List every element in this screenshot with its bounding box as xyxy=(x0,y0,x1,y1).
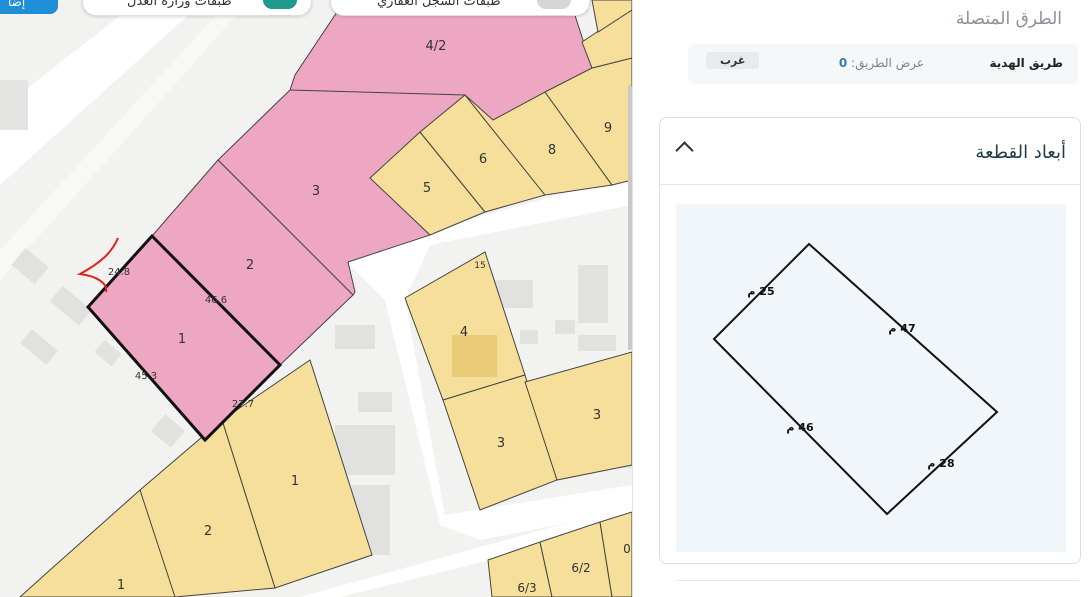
registry-layers-switch[interactable] xyxy=(537,0,571,9)
road-width: عرض الطريق: 0 xyxy=(839,56,924,70)
justice-layers-label: طبقات وزارة العدل xyxy=(127,0,232,9)
edge-label-south-east: 28 م xyxy=(927,457,954,470)
add-button-label: إضا xyxy=(8,0,26,9)
parcel-label: 2 xyxy=(246,258,254,273)
add-button[interactable]: إضا xyxy=(0,0,58,14)
parcel-label: 1 xyxy=(117,578,125,593)
parcel-label: 3 xyxy=(593,408,601,423)
parcel-label: 3 xyxy=(497,436,505,451)
building-footprint xyxy=(49,285,92,326)
building-footprint xyxy=(578,335,616,351)
parcel-label: 8 xyxy=(548,143,556,158)
building-footprint xyxy=(358,392,392,412)
edge-length-label: 46.6 xyxy=(205,295,227,306)
parcel-shape-svg: 25 م 47 م 46 م 28 م xyxy=(712,242,999,516)
road-width-value: 0 xyxy=(838,56,848,70)
edge-length-label: 24.8 xyxy=(108,267,130,278)
edge-length-label: 45.3 xyxy=(135,371,157,382)
road-name: طريق الهدية xyxy=(989,56,1063,70)
parcel-map[interactable]: 4/2 3 2 1 5 6 8 9 4 3 3 1 2 1 6/3 6/2 0 … xyxy=(0,0,632,597)
justice-layers-switch[interactable] xyxy=(263,0,297,9)
parcel-label: 5 xyxy=(423,181,431,196)
building-footprint xyxy=(20,329,58,365)
parcel-label: 0 xyxy=(623,542,631,556)
parcel-label: 6/2 xyxy=(571,561,590,575)
parcel-dimensions-card: أبعاد القطعة 25 م 47 م 46 م 28 م xyxy=(659,117,1081,564)
parcel-label: 9 xyxy=(604,121,612,136)
map-canvas[interactable]: 4/2 3 2 1 5 6 8 9 4 3 3 1 2 1 6/3 6/2 0 … xyxy=(0,0,632,597)
parcel-dimensions-title: أبعاد القطعة xyxy=(975,142,1066,163)
chevron-up-icon[interactable] xyxy=(675,141,694,160)
parcel-label: 6 xyxy=(479,152,487,167)
edge-label-north-west: 25 م xyxy=(747,285,774,298)
road-direction-badge: غرب xyxy=(706,52,760,69)
building-footprint xyxy=(335,325,375,349)
road-row: طريق الهدية عرض الطريق: 0 غرب xyxy=(688,44,1078,84)
parcel-label: 1 xyxy=(178,332,186,347)
edge-label-south-west: 46 م xyxy=(786,421,814,434)
registry-layers-label: طبقات السجل العقاري xyxy=(377,0,501,9)
parcel-label: 4/2 xyxy=(426,39,447,54)
parcel-label: 15 xyxy=(474,261,485,271)
edge-label-north-east: 47 م xyxy=(888,322,915,335)
registry-layers-toggle-card[interactable]: طبقات السجل العقاري xyxy=(330,0,590,16)
parcel-label: 2 xyxy=(204,524,212,539)
building-footprint xyxy=(0,80,28,130)
building-footprint xyxy=(94,339,122,367)
parcel-shape-diagram: 25 م 47 م 46 م 28 م xyxy=(676,204,1066,552)
justice-layers-toggle-card[interactable]: طبقات وزارة العدل xyxy=(82,0,312,16)
parcel-label: 1 xyxy=(291,474,299,489)
road-width-label: عرض الطريق: xyxy=(851,56,924,70)
building-footprint xyxy=(150,414,186,448)
parcel-dimensions-header[interactable]: أبعاد القطعة xyxy=(660,118,1080,185)
section-divider xyxy=(677,580,1079,581)
parcel-info-panel: الطرق المتصلة طريق الهدية عرض الطريق: 0 … xyxy=(633,0,1089,597)
building-footprint xyxy=(520,330,538,344)
parcel-label: 3 xyxy=(312,184,320,199)
parcel-label: 6/3 xyxy=(517,581,536,595)
edge-length-label: 27.7 xyxy=(232,399,254,410)
building-footprint xyxy=(452,335,497,377)
parcel-label: 4 xyxy=(460,325,468,340)
building-footprint xyxy=(578,265,608,323)
connected-roads-title: الطرق المتصلة xyxy=(955,9,1062,29)
building-footprint xyxy=(555,320,575,334)
